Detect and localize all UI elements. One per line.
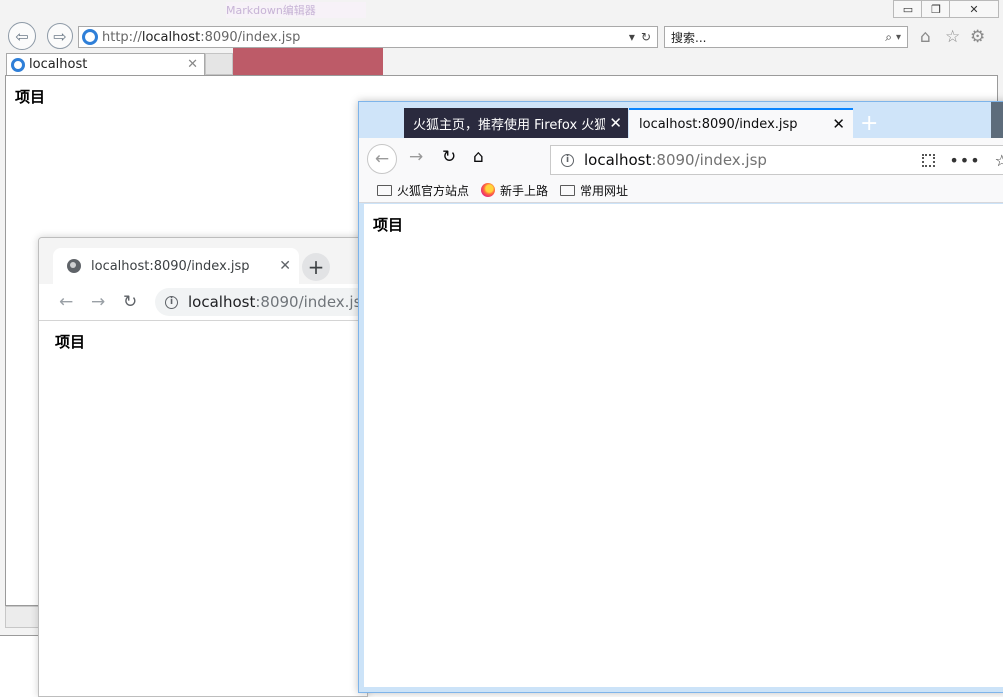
url-scheme: http:// — [102, 29, 142, 45]
tab-strip: localhost:8090/index.jsp ✕ + — [39, 238, 367, 284]
firefox-icon — [481, 183, 496, 197]
restore-button[interactable]: ❐ — [921, 0, 951, 18]
tab-localhost[interactable]: localhost ✕ — [6, 53, 205, 75]
bookmark-label: 新手上路 — [500, 183, 549, 198]
reload-icon[interactable]: ↻ — [442, 147, 456, 167]
new-tab-button[interactable]: + — [302, 253, 330, 281]
tab-bar: 火狐主页，推荐使用 Firefox 火狐浏览器 ✕ localhost:8090… — [359, 102, 1003, 138]
bookmarks-toolbar: 火狐官方站点 新手上路 常用网址 — [359, 178, 1003, 203]
info-icon[interactable]: i — [561, 153, 574, 167]
tab-label: localhost:8090/index.jsp — [639, 116, 798, 132]
globe-icon — [67, 259, 81, 273]
url-host: localhost — [141, 29, 201, 45]
qr-code-icon[interactable] — [922, 153, 936, 167]
close-button[interactable]: ✕ — [949, 0, 999, 18]
close-tab-icon[interactable]: ✕ — [187, 57, 198, 72]
bookmark-item[interactable]: 常用网址 — [560, 182, 628, 199]
bookmark-label: 火狐官方站点 — [397, 183, 470, 198]
url-path: :8090/index.jsp — [255, 293, 368, 311]
home-icon[interactable]: ⌂ — [473, 147, 484, 167]
tab-localhost-index[interactable]: localhost:8090/index.jsp ✕ — [629, 108, 853, 138]
plus-icon: + — [307, 255, 325, 279]
ie-page-icon — [11, 57, 25, 72]
url-text[interactable]: localhost:8090/index.jsp — [188, 293, 368, 311]
bookmark-item[interactable]: 火狐官方站点 — [377, 182, 469, 199]
search-dropdown-icon[interactable]: ▾ — [896, 32, 901, 43]
firefox-window: 火狐主页，推荐使用 Firefox 火狐浏览器 ✕ localhost:8090… — [358, 101, 1003, 693]
toolbar: ← → ↻ i localhost:8090/index.jsp — [39, 284, 367, 321]
search-icon[interactable]: ⌕ — [885, 30, 892, 45]
forward-arrow-icon[interactable]: → — [409, 147, 423, 167]
ie-logo-icon — [82, 29, 98, 45]
window-edge — [991, 102, 1003, 138]
favorites-star-icon[interactable]: ☆ — [945, 27, 960, 47]
page-content: 项目 — [364, 204, 1003, 687]
tab-label: 火狐主页，推荐使用 Firefox 火狐浏览器 — [413, 117, 606, 133]
url-text[interactable]: localhost:8090/index.jsp — [584, 151, 922, 169]
search-box[interactable]: 搜索... ⌕ ▾ — [664, 26, 908, 48]
folder-icon — [377, 184, 392, 196]
url-host: localhost — [188, 293, 256, 311]
background-ghost-title: Markdown编辑器 — [226, 2, 366, 18]
address-bar[interactable]: http://localhost:8090/index.jsp ▾ ↻ — [78, 26, 658, 48]
search-input[interactable]: 搜索... — [671, 29, 885, 46]
back-button[interactable]: ← — [367, 144, 397, 174]
more-actions-icon[interactable]: ••• — [949, 151, 980, 170]
arrow-right-icon: ⇨ — [53, 26, 67, 46]
back-arrow-icon[interactable]: ← — [59, 292, 73, 312]
close-tab-icon[interactable]: ✕ — [832, 115, 845, 133]
url-path: :8090/index.jsp — [651, 151, 767, 169]
arrow-left-icon: ⇦ — [15, 26, 29, 46]
navigation-toolbar: ← → ↻ ⌂ i localhost:8090/index.jsp ••• ☆ — [359, 138, 1003, 178]
close-tab-icon[interactable]: ✕ — [609, 114, 622, 132]
page-heading: 项目 — [55, 333, 86, 351]
forward-button[interactable]: ⇨ — [47, 23, 73, 49]
bookmark-item[interactable]: 新手上路 — [481, 182, 548, 199]
page-content: 项目 — [39, 321, 367, 696]
omnibox[interactable]: i localhost:8090/index.jsp — [155, 288, 368, 316]
address-text[interactable]: http://localhost:8090/index.jsp — [102, 30, 629, 45]
tab-firefox-home[interactable]: 火狐主页，推荐使用 Firefox 火狐浏览器 ✕ — [404, 108, 628, 138]
url-bar[interactable]: i localhost:8090/index.jsp ••• ☆ — [550, 145, 1003, 175]
page-heading: 项目 — [15, 88, 46, 106]
back-button[interactable]: ⇦ — [8, 22, 36, 50]
folder-icon — [560, 184, 576, 196]
refresh-icon[interactable]: ↻ — [641, 30, 651, 44]
url-host: localhost — [584, 151, 652, 169]
back-arrow-icon: ← — [374, 149, 390, 169]
page-heading: 项目 — [373, 216, 404, 234]
settings-gear-icon[interactable]: ⚙ — [970, 27, 985, 47]
close-tab-icon[interactable]: ✕ — [279, 258, 291, 274]
reload-icon[interactable]: ↻ — [123, 292, 137, 312]
bookmark-label: 常用网址 — [580, 183, 629, 198]
info-icon[interactable]: i — [165, 295, 178, 309]
forward-arrow-icon[interactable]: → — [91, 292, 105, 312]
bookmark-star-icon[interactable]: ☆ — [995, 151, 1003, 170]
tab-label: localhost:8090/index.jsp — [91, 258, 250, 274]
tab-label: localhost — [29, 57, 88, 72]
chrome-window: localhost:8090/index.jsp ✕ + ← → ↻ i loc… — [38, 237, 368, 697]
home-icon[interactable]: ⌂ — [920, 27, 931, 47]
dropdown-arrow-icon[interactable]: ▾ — [629, 30, 635, 44]
new-tab-button[interactable] — [205, 53, 233, 75]
tab-localhost-index[interactable]: localhost:8090/index.jsp ✕ — [53, 248, 299, 284]
new-tab-plus-icon[interactable]: + — [860, 111, 878, 136]
url-path: :8090/index.jsp — [200, 29, 301, 45]
minimize-button[interactable]: ▭ — [893, 0, 923, 18]
